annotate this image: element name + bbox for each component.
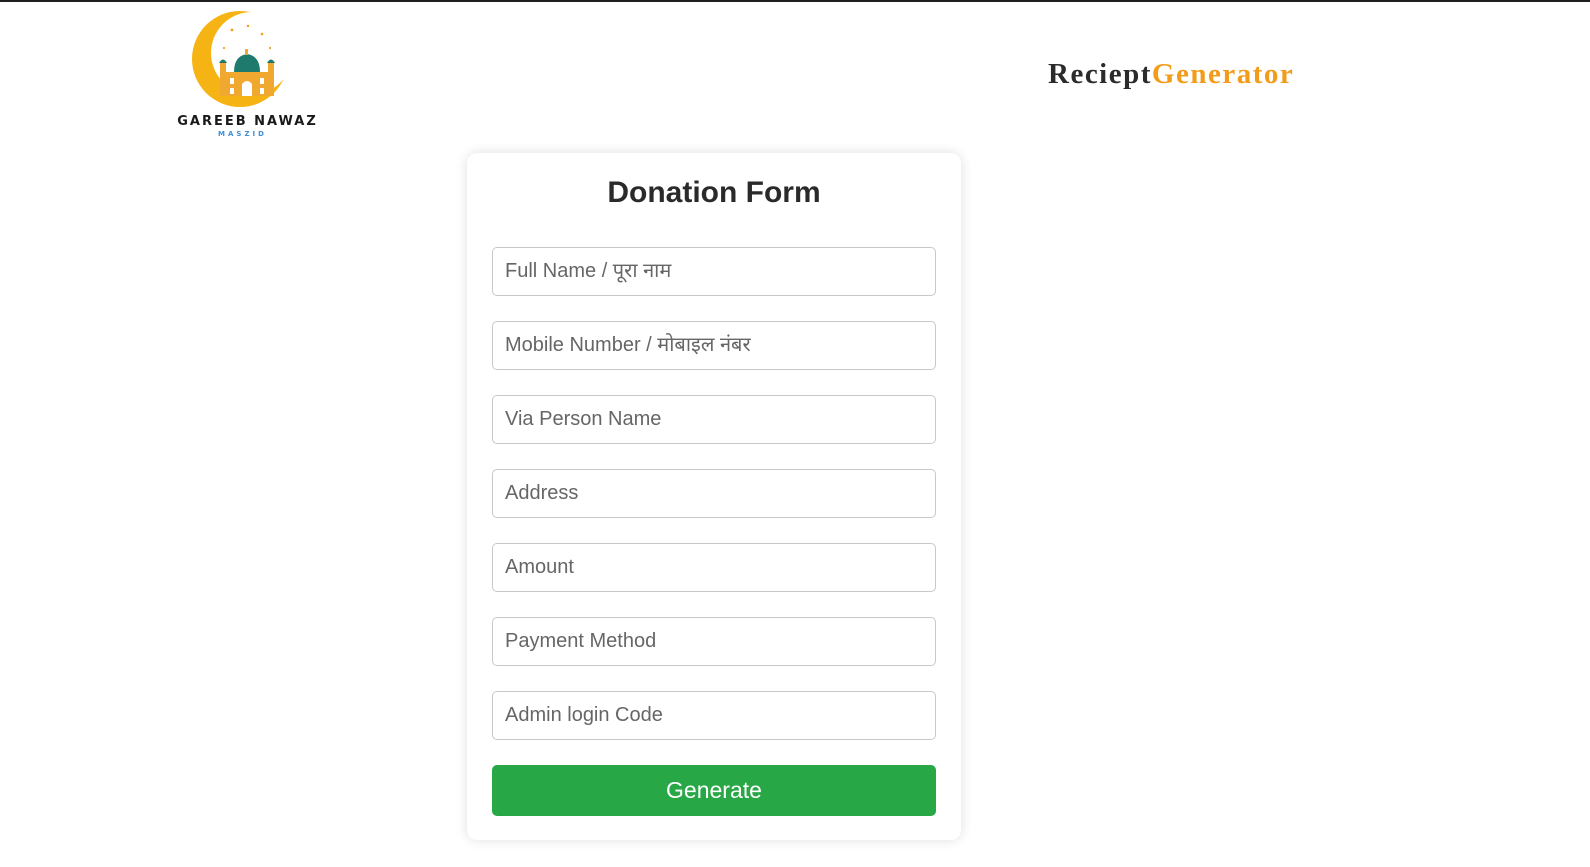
logo-subtitle: MASZID <box>218 130 267 138</box>
address-input[interactable] <box>492 469 936 518</box>
admin-login-code-input[interactable] <box>492 691 936 740</box>
mobile-number-input[interactable] <box>492 321 936 370</box>
form-title: Donation Form <box>607 176 821 209</box>
payment-method-input[interactable] <box>492 617 936 666</box>
via-person-name-input[interactable] <box>492 395 936 444</box>
brand-title: RecieptGenerator <box>1048 58 1294 91</box>
full-name-input[interactable] <box>492 247 936 296</box>
mosque-logo: GAREEB NAWAZ MASZID <box>170 8 325 138</box>
mosque-crescent-icon <box>192 11 290 107</box>
generate-button[interactable]: Generate <box>492 765 936 816</box>
logo-name: GAREEB NAWAZ <box>177 114 318 129</box>
brand-title-part2: Generator <box>1151 58 1295 90</box>
brand-title-part1: Reciept <box>1048 58 1152 90</box>
amount-input[interactable] <box>492 543 936 592</box>
top-border <box>0 0 1590 2</box>
